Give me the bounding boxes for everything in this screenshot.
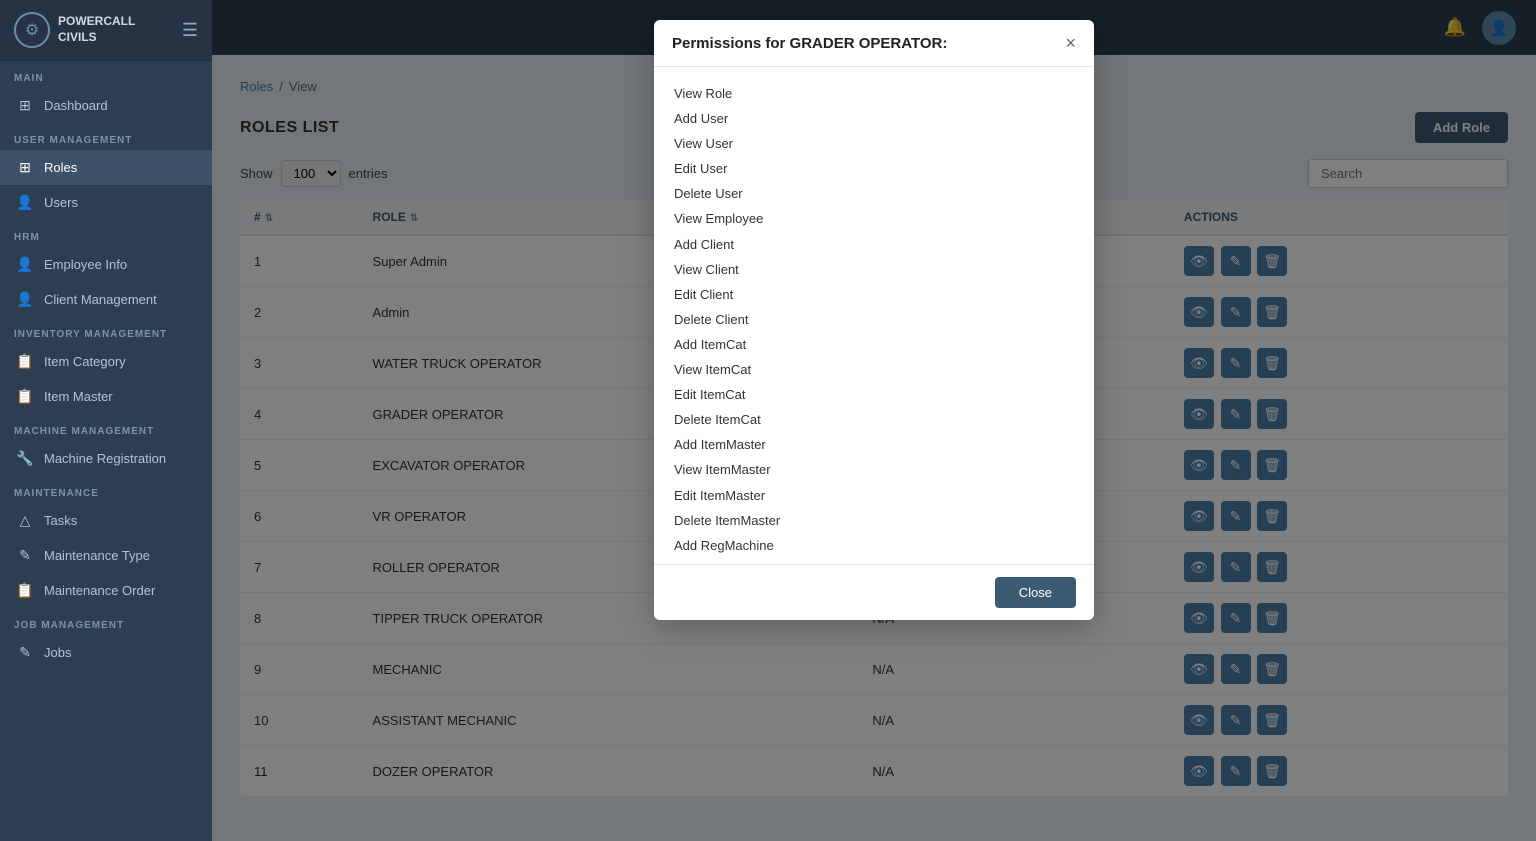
machine-icon: 🔧: [16, 450, 34, 467]
permission-item: View Employee: [674, 208, 1074, 230]
sidebar-item-users[interactable]: 👤 Users: [0, 185, 212, 220]
permission-item: Edit User: [674, 158, 1074, 180]
sidebar: ⚙ POWERCALLCIVILS ☰ MAIN ⊞ Dashboard USE…: [0, 0, 212, 841]
sidebar-item-label: Machine Registration: [44, 451, 166, 466]
logo-icon: ⚙: [14, 12, 50, 48]
sidebar-section-job: JOB MANAGEMENT ✎ Jobs: [0, 608, 212, 670]
modal-close-button[interactable]: ×: [1065, 34, 1076, 52]
logo-text: POWERCALLCIVILS: [58, 14, 135, 45]
sidebar-section-hrm: HRM 👤 Employee Info 👤 Client Management: [0, 220, 212, 317]
permission-item: Delete Client: [674, 309, 1074, 331]
main-content: 🔔 👤 Roles / View ROLES LIST Add Role Sho…: [212, 0, 1536, 841]
modal-header: Permissions for GRADER OPERATOR: ×: [654, 20, 1094, 67]
client-icon: 👤: [16, 291, 34, 308]
sidebar-item-roles[interactable]: ⊞ Roles: [0, 150, 212, 185]
sidebar-section-label-job: JOB MANAGEMENT: [0, 608, 212, 635]
hamburger-icon[interactable]: ☰: [182, 20, 198, 41]
sidebar-item-maintenance-order[interactable]: 📋 Maintenance Order: [0, 573, 212, 608]
sidebar-section-label-main: MAIN: [0, 61, 212, 88]
sidebar-section-label-user-mgmt: USER MANAGEMENT: [0, 123, 212, 150]
permission-item: Add Client: [674, 234, 1074, 256]
sidebar-item-dashboard[interactable]: ⊞ Dashboard: [0, 88, 212, 123]
permission-item: Add ItemMaster: [674, 434, 1074, 456]
permission-item: View Role: [674, 83, 1074, 105]
permission-item: Edit Client: [674, 284, 1074, 306]
permission-item: Delete User: [674, 183, 1074, 205]
roles-icon: ⊞: [16, 159, 34, 176]
sidebar-section-label-inventory: INVENTORY MANAGEMENT: [0, 317, 212, 344]
sidebar-item-label: Users: [44, 195, 78, 210]
sidebar-item-label: Tasks: [44, 513, 77, 528]
sidebar-header: ⚙ POWERCALLCIVILS ☰: [0, 0, 212, 61]
permission-item: View ItemCat: [674, 359, 1074, 381]
sidebar-section-machine: MACHINE MANAGEMENT 🔧 Machine Registratio…: [0, 414, 212, 476]
permission-item: Add User: [674, 108, 1074, 130]
permission-item: View User: [674, 133, 1074, 155]
dashboard-icon: ⊞: [16, 97, 34, 114]
sidebar-item-label: Item Master: [44, 389, 113, 404]
item-master-icon: 📋: [16, 388, 34, 405]
sidebar-item-label: Maintenance Type: [44, 548, 150, 563]
sidebar-item-label: Jobs: [44, 645, 71, 660]
modal-close-btn[interactable]: Close: [995, 577, 1076, 608]
sidebar-section-inventory: INVENTORY MANAGEMENT 📋 Item Category 📋 I…: [0, 317, 212, 414]
maintenance-type-icon: ✎: [16, 547, 34, 564]
sidebar-item-label: Item Category: [44, 354, 126, 369]
sidebar-item-employee-info[interactable]: 👤 Employee Info: [0, 247, 212, 282]
permission-item: Delete ItemMaster: [674, 510, 1074, 532]
modal-body: View Role Add User View User Edit User Delet…: [654, 67, 1094, 564]
item-category-icon: 📋: [16, 353, 34, 370]
sidebar-item-label: Roles: [44, 160, 77, 175]
sidebar-section-main: MAIN ⊞ Dashboard: [0, 61, 212, 123]
sidebar-item-label: Dashboard: [44, 98, 108, 113]
permission-item: Add ItemCat: [674, 334, 1074, 356]
sidebar-item-label: Maintenance Order: [44, 583, 155, 598]
sidebar-section-label-maintenance: MAINTENANCE: [0, 476, 212, 503]
modal-title: Permissions for GRADER OPERATOR:: [672, 35, 947, 52]
sidebar-item-label: Employee Info: [44, 257, 127, 272]
sidebar-section-user-management: USER MANAGEMENT ⊞ Roles 👤 Users: [0, 123, 212, 220]
sidebar-item-label: Client Management: [44, 292, 157, 307]
sidebar-section-label-machine: MACHINE MANAGEMENT: [0, 414, 212, 441]
sidebar-item-jobs[interactable]: ✎ Jobs: [0, 635, 212, 670]
tasks-icon: △: [16, 512, 34, 529]
sidebar-item-item-category[interactable]: 📋 Item Category: [0, 344, 212, 379]
employee-icon: 👤: [16, 256, 34, 273]
sidebar-item-client-management[interactable]: 👤 Client Management: [0, 282, 212, 317]
permission-item: View ItemMaster: [674, 459, 1074, 481]
sidebar-item-tasks[interactable]: △ Tasks: [0, 503, 212, 538]
permission-item: Edit ItemCat: [674, 384, 1074, 406]
sidebar-section-maintenance: MAINTENANCE △ Tasks ✎ Maintenance Type 📋…: [0, 476, 212, 608]
sidebar-item-maintenance-type[interactable]: ✎ Maintenance Type: [0, 538, 212, 573]
modal-footer: Close: [654, 564, 1094, 620]
sidebar-item-machine-registration[interactable]: 🔧 Machine Registration: [0, 441, 212, 476]
sidebar-section-label-hrm: HRM: [0, 220, 212, 247]
jobs-icon: ✎: [16, 644, 34, 661]
maintenance-order-icon: 📋: [16, 582, 34, 599]
sidebar-logo: ⚙ POWERCALLCIVILS: [14, 12, 135, 48]
permission-item: View Client: [674, 259, 1074, 281]
modal-overlay: Permissions for GRADER OPERATOR: × View …: [212, 0, 1536, 841]
permission-item: Edit ItemMaster: [674, 485, 1074, 507]
permissions-modal: Permissions for GRADER OPERATOR: × View …: [654, 20, 1094, 620]
permission-item: Delete ItemCat: [674, 409, 1074, 431]
sidebar-item-item-master[interactable]: 📋 Item Master: [0, 379, 212, 414]
permission-item: Add RegMachine: [674, 535, 1074, 557]
users-icon: 👤: [16, 194, 34, 211]
